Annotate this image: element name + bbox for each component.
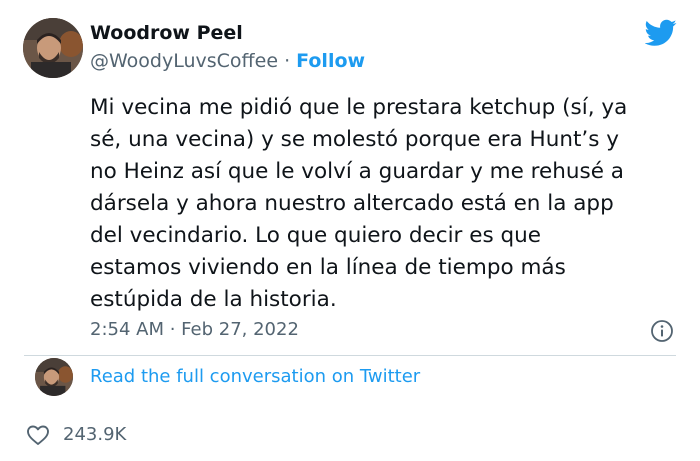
follow-button[interactable]: Follow xyxy=(296,50,365,72)
avatar-photo xyxy=(23,18,83,78)
twitter-bird-icon[interactable] xyxy=(644,19,677,47)
author-avatar[interactable] xyxy=(23,18,83,78)
conversation-avatar[interactable] xyxy=(35,358,73,396)
read-conversation-link[interactable]: Read the full conversation on Twitter xyxy=(90,366,420,387)
handle-separator: · xyxy=(284,50,291,72)
tweet-timestamp[interactable]: 2:54 AM · Feb 27, 2022 xyxy=(90,319,299,340)
avatar-photo xyxy=(35,358,73,396)
author-handle-row: @WoodyLuvsCoffee · Follow xyxy=(90,50,365,72)
tweet-line: dársela y ahora nuestro altercado está e… xyxy=(90,191,614,216)
tweet-line: sé, una vecina) y se molestó porque era … xyxy=(90,127,619,152)
tweet-text: Mi vecina me pidió que le prestara ketch… xyxy=(90,92,690,316)
tweet-line: no Heinz así que le volví a guardar y me… xyxy=(90,159,624,184)
heart-icon[interactable] xyxy=(26,424,50,446)
like-count: 243.9K xyxy=(63,424,127,445)
divider xyxy=(24,355,676,356)
tweet-line: del vecindario. Lo que quiero decir es q… xyxy=(90,223,541,248)
info-icon[interactable] xyxy=(650,319,674,343)
author-handle[interactable]: @WoodyLuvsCoffee xyxy=(90,50,278,72)
author-display-name[interactable]: Woodrow Peel xyxy=(90,22,243,44)
tweet-line: estamos viviendo en la línea de tiempo m… xyxy=(90,255,566,280)
tweet-line: estúpida de la historia. xyxy=(90,287,337,312)
tweet-line: Mi vecina me pidió que le prestara ketch… xyxy=(90,95,628,120)
